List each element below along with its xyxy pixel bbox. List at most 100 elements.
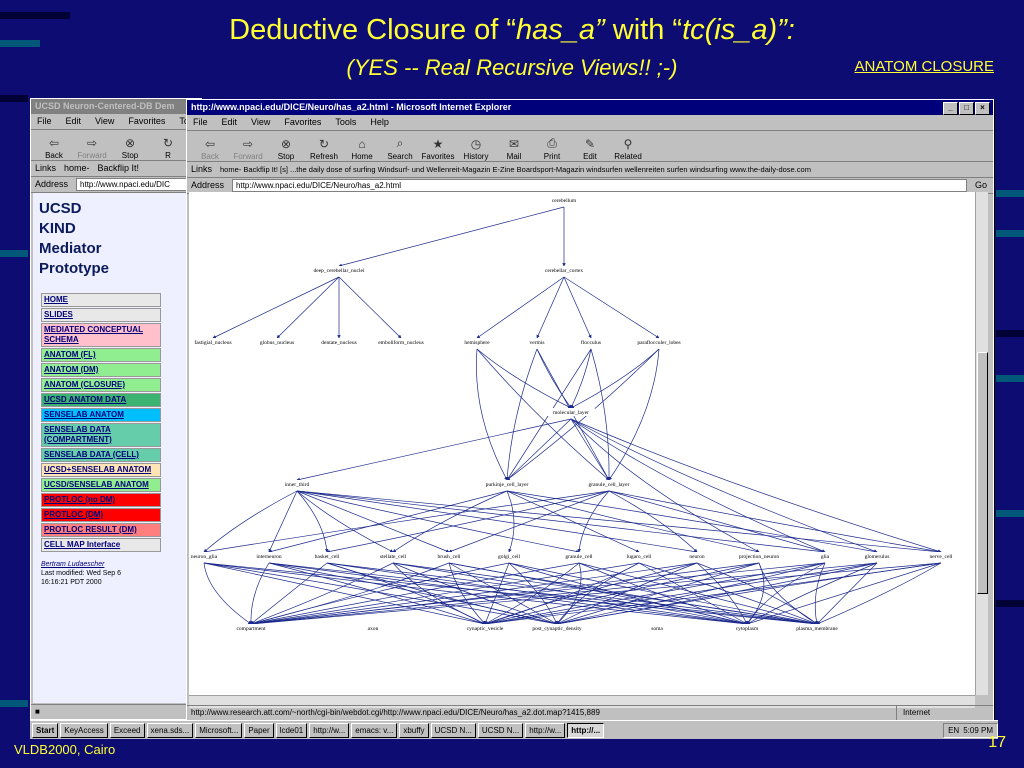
toolbar-stop-button[interactable]: ⊗ Stop (269, 137, 303, 161)
toolbar-print-button[interactable]: ⎙ Print (535, 136, 569, 161)
front-window-titlebar[interactable]: http://www.npaci.edu/DICE/Neuro/has_a2.h… (187, 100, 993, 115)
graph-node-stellate-cell[interactable]: stellate_cell (380, 554, 407, 560)
toolbar-search-button[interactable]: ⌕ Search (383, 136, 417, 161)
maximize-button[interactable]: □ (959, 102, 974, 115)
front-browser-window[interactable]: http://www.npaci.edu/DICE/Neuro/has_a2.h… (186, 99, 994, 721)
graph-node-globus-nucleus[interactable]: globus_nucleus (260, 340, 294, 346)
graph-node-axon[interactable]: axon (368, 626, 379, 632)
graph-node-soma[interactable]: soma (651, 626, 663, 632)
menu-favorites[interactable]: Favorites (284, 115, 321, 130)
anatom-closure-link[interactable]: ANATOM CLOSURE (855, 58, 994, 75)
graph-node-molecular-layer[interactable]: molecular_layer (553, 410, 589, 416)
graph-node-projection-neuron[interactable]: projection_neuron (739, 554, 780, 560)
nav-item-mediated-conceptual-schema[interactable]: MEDIATED CONCEPTUAL SCHEMA (41, 323, 161, 347)
nav-item-protloc-dm[interactable]: PROTLOC (DM) (41, 508, 161, 522)
menu-favorites[interactable]: Favorites (128, 114, 165, 129)
nav-item-senselab-data-cell[interactable]: SENSELAB DATA (CELL) (41, 448, 161, 462)
author-link[interactable]: Bertram Ludaescher (41, 560, 193, 569)
nav-item-anatom-closure[interactable]: ANATOM (CLOSURE) (41, 378, 161, 392)
back-toolbar-back-button[interactable]: ⇦ Back (37, 136, 71, 160)
taskbar-task[interactable]: xbuffy (399, 722, 429, 738)
toolbar-edit-button[interactable]: ✎ Edit (573, 137, 607, 161)
minimize-button[interactable]: _ (943, 102, 958, 115)
menu-help[interactable]: Help (370, 115, 389, 130)
taskbar-task[interactable]: http://w... (309, 722, 350, 738)
graph-node-granule-cell[interactable]: granule_cell (565, 554, 593, 560)
nav-item-protloc-no-dm[interactable]: PROTLOC (no DM) (41, 493, 161, 507)
graph-node-glomerulus[interactable]: glomerulus (865, 554, 890, 560)
graph-node-inner-third[interactable]: inner_third (285, 482, 310, 488)
graph-node-cynaptic-vesicle[interactable]: cynaptic_vesicle (467, 626, 504, 632)
menu-edit[interactable]: Edit (222, 115, 238, 130)
graph-node-deep-cerebellar-nuclei[interactable]: deep_cerebellar_nuclei (314, 268, 365, 274)
graph-node-post-cynaptic-density[interactable]: post_cynaptic_density (532, 626, 581, 632)
nav-item-senselab-anatom[interactable]: SENSELAB ANATOM (41, 408, 161, 422)
taskbar-task[interactable]: Paper (244, 722, 274, 738)
link-backflip[interactable]: Backflip It! (98, 161, 140, 176)
graph-node-cytoplasm[interactable]: cytoplasm (736, 626, 759, 632)
vertical-scrollbar[interactable] (975, 192, 988, 695)
link-home[interactable]: home- (64, 161, 90, 176)
graph-node-cerebellar-cortex[interactable]: cerebellar_cortex (545, 268, 583, 274)
graph-node-hemisphere[interactable]: hemisphere (464, 340, 490, 346)
language-indicator[interactable]: EN (948, 724, 959, 737)
back-toolbar-stop-button[interactable]: ⊗ Stop (113, 136, 147, 160)
menu-view[interactable]: View (95, 114, 114, 129)
taskbar-task[interactable]: UCSD N... (477, 722, 524, 738)
menu-file[interactable]: File (193, 115, 208, 130)
toolbar-related-button[interactable]: ⚲ Related (611, 137, 645, 161)
taskbar-task[interactable]: http://... (567, 722, 605, 738)
nav-item-cell-map-interface[interactable]: CELL MAP Interface (41, 538, 161, 552)
scroll-thumb[interactable] (977, 352, 988, 594)
graph-node-vermis[interactable]: vermis (530, 340, 545, 346)
graph-node-emboliform-nucleus[interactable]: emboliform_nucleus (378, 339, 424, 346)
graph-node-purkinje-cell-layer[interactable]: purkinje_cell_layer (486, 482, 529, 488)
nav-item-ucsd-senselab-anatom[interactable]: UCSD/SENSELAB ANATOM (41, 478, 161, 492)
graph-node-interneuron[interactable]: interneuron (256, 554, 282, 560)
graph-node-cerebellum[interactable]: cerebellum (552, 198, 577, 204)
taskbar-task[interactable]: emacs: v... (351, 722, 398, 738)
menu-view[interactable]: View (251, 115, 270, 130)
toolbar-refresh-button[interactable]: ↻ Refresh (307, 137, 341, 161)
toolbar-forward-button[interactable]: ⇨ Forward (231, 137, 265, 161)
back-toolbar-r-button[interactable]: ↻ R (151, 136, 185, 160)
taskbar-task[interactable]: lcde01 (275, 722, 308, 738)
start-button[interactable]: Start (32, 722, 59, 738)
menu-tools[interactable]: Tools (335, 115, 356, 130)
graph-node-plasma-membrane[interactable]: plasma_membrane (796, 626, 838, 632)
toolbar-history-button[interactable]: ◷ History (459, 137, 493, 161)
taskbar-task[interactable]: Microsoft... (195, 722, 243, 738)
graph-node-dentate-nucleus[interactable]: dentate_nucleus (321, 340, 356, 346)
graph-node-neuron-glia[interactable]: neuron_glia (191, 554, 218, 560)
graph-node-paraflocculer-lobes[interactable]: paraflocculer_lobes (637, 339, 680, 346)
graph-node-glia[interactable]: glia (821, 554, 830, 560)
address-input[interactable]: http://www.npaci.edu/DICE/Neuro/has_a2.h… (232, 179, 967, 192)
nav-item-ucsd-anatom-data[interactable]: UCSD ANATOM DATA (41, 393, 161, 407)
graph-node-neuron[interactable]: neuron (689, 554, 705, 560)
graph-node-basket-cell[interactable]: basket_cell (315, 554, 340, 560)
nav-item-protloc-result-dm[interactable]: PROTLOC RESULT (DM) (41, 523, 161, 537)
links-list[interactable]: home- Backflip It! [s] ...the daily dose… (220, 162, 811, 177)
nav-item-ucsd-senselab-anatom[interactable]: UCSD+SENSELAB ANATOM (41, 463, 161, 477)
graph-node-compartment[interactable]: compartment (236, 626, 265, 632)
taskbar-task[interactable]: http://w... (525, 722, 566, 738)
graph-node-granule-cell-layer[interactable]: granule_cell_layer (589, 482, 630, 488)
graph-node-flocculus[interactable]: flocculus (581, 339, 601, 346)
graph-node-nerve-cell[interactable]: nerve_cell (930, 554, 953, 560)
taskbar-task[interactable]: Exceed (109, 722, 145, 738)
nav-item-anatom-dm[interactable]: ANATOM (DM) (41, 363, 161, 377)
taskbar-task[interactable]: xena.sds... (146, 722, 194, 738)
toolbar-favorites-button[interactable]: ★ Favorites (421, 137, 455, 161)
go-button[interactable]: Go (975, 178, 993, 193)
nav-item-anatom-fl[interactable]: ANATOM (FL) (41, 348, 161, 362)
toolbar-mail-button[interactable]: ✉ Mail (497, 137, 531, 161)
back-toolbar-forward-button[interactable]: ⇨ Forward (75, 136, 109, 160)
back-address-input[interactable]: http://www.npaci.edu/DIC (76, 178, 201, 191)
toolbar-home-button[interactable]: ⌂ Home (345, 137, 379, 161)
graph-node-golgi-cell[interactable]: golgi_cell (498, 554, 520, 560)
nav-item-slides[interactable]: SLIDES (41, 308, 161, 322)
toolbar-back-button[interactable]: ⇦ Back (193, 137, 227, 161)
back-window-titlebar[interactable]: UCSD Neuron-Centered-DB Dem (31, 99, 201, 114)
taskbar-task[interactable]: UCSD N... (430, 722, 476, 738)
graph-node-lugaro-cell[interactable]: lugaro_cell (627, 554, 652, 560)
